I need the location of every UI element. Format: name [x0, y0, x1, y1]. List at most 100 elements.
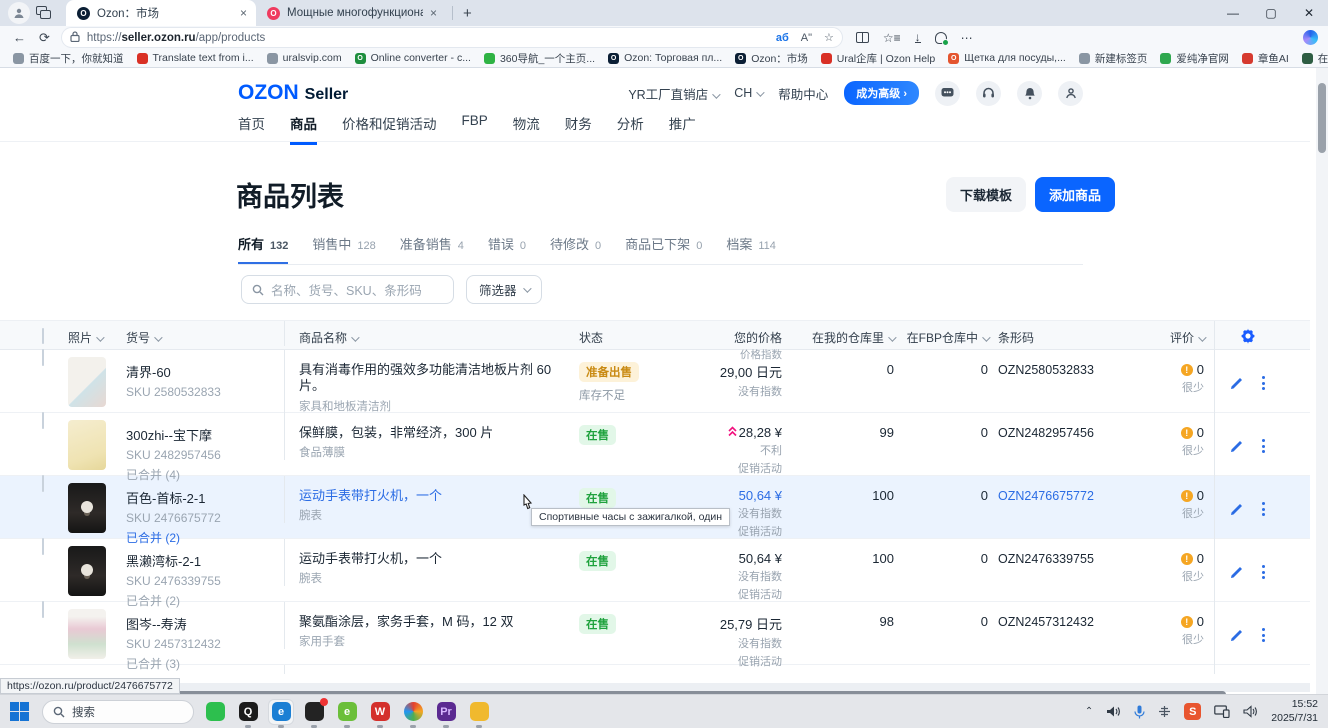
volume-icon[interactable]	[1106, 705, 1121, 718]
col-rating[interactable]: 评价	[1128, 321, 1214, 346]
cast-screen-icon[interactable]	[1214, 705, 1230, 718]
product-name-link[interactable]: 运动手表带打火机，一个	[299, 551, 579, 567]
downloads-icon[interactable]: ↓	[915, 32, 921, 43]
row-checkbox[interactable]	[42, 475, 44, 492]
row-checkbox[interactable]	[42, 349, 44, 366]
product-name-link[interactable]: 聚氨酯涂层，家务手套，M 码，12 双	[299, 614, 579, 630]
browser360-icon[interactable]	[401, 700, 425, 724]
refresh-button[interactable]: ⟳	[39, 30, 50, 46]
product-name-link[interactable]: 保鲜膜，包装，非常经济，300 片	[299, 425, 579, 441]
col-stock[interactable]: 在我的仓库里	[792, 321, 904, 346]
browser-tab-active[interactable]: O Ozon：市场 ×	[66, 0, 256, 26]
bookmark-item[interactable]: 新建标签页	[1079, 51, 1148, 66]
status-tab[interactable]: 准备销售4	[400, 234, 464, 264]
download-template-button[interactable]: 下载模板	[946, 177, 1026, 212]
chat-icon[interactable]	[935, 81, 960, 106]
lock-icon[interactable]	[70, 30, 80, 45]
read-aloud-icon[interactable]: A"	[801, 32, 812, 44]
row-more-menu-icon[interactable]	[1262, 439, 1265, 453]
speaker-icon[interactable]	[1243, 705, 1258, 718]
input-method-icon[interactable]	[1158, 705, 1171, 718]
row-checkbox[interactable]	[42, 412, 44, 429]
table-row[interactable]: 300zhi--宝下摩SKU 2482957456已合并 (4)保鲜膜，包装，非…	[0, 413, 1310, 476]
table-row[interactable]: 图岑--寿涛SKU 2457312432已合并 (3)聚氨酯涂层，家务手套，M …	[0, 602, 1310, 665]
premium-button[interactable]: 成为高级 ›	[844, 81, 919, 105]
taskbar-search[interactable]: 搜索	[42, 700, 194, 724]
help-center-link[interactable]: 帮助中心	[778, 84, 828, 103]
notifications-bell-icon[interactable]	[1017, 81, 1042, 106]
ozon-seller-logo[interactable]: OZONSeller	[238, 81, 348, 105]
edge-icon[interactable]: e	[269, 700, 293, 724]
product-search-input[interactable]: 名称、货号、SKU、条形码	[241, 275, 454, 304]
more-menu-icon[interactable]: ⋯	[961, 31, 973, 45]
select-all-checkbox[interactable]	[42, 328, 44, 344]
table-settings-gear-icon[interactable]	[1240, 328, 1256, 344]
table-row[interactable]: 黑濑湾标-2-1SKU 2476339755已合并 (2)运动手表带打火机，一个…	[0, 539, 1310, 602]
start-button[interactable]	[10, 702, 30, 722]
browser-profile-icon[interactable]	[8, 2, 30, 24]
browser-essentials-icon[interactable]	[935, 32, 947, 44]
barcode-link[interactable]: OZN2482957456	[998, 426, 1094, 440]
add-product-button[interactable]: 添加商品	[1035, 177, 1115, 212]
bookmark-item[interactable]: 360导航_一个主页...	[484, 51, 595, 66]
product-name-link[interactable]: 运动手表带打火机，一个	[299, 488, 579, 504]
premiere-icon[interactable]: Pr	[434, 700, 458, 724]
collections-icon[interactable]: ☆≡	[883, 31, 901, 45]
col-fbp[interactable]: 在FBP仓库中	[904, 321, 988, 346]
status-tab[interactable]: 商品已下架0	[625, 234, 702, 264]
row-more-menu-icon[interactable]	[1262, 565, 1265, 579]
product-thumbnail[interactable]	[68, 546, 106, 596]
filter-button[interactable]: 筛选器	[466, 275, 542, 304]
bookmark-item[interactable]: Ural企库 | Ozon Help	[821, 51, 935, 66]
edit-pencil-icon[interactable]	[1230, 502, 1244, 516]
window-close-button[interactable]: ✕	[1290, 0, 1328, 26]
bookmark-item[interactable]: 章鱼AI	[1242, 51, 1289, 66]
window-maximize-button[interactable]: ▢	[1252, 0, 1290, 26]
product-thumbnail[interactable]	[68, 483, 106, 533]
tab-close-icon[interactable]: ×	[430, 6, 437, 20]
product-thumbnail[interactable]	[68, 357, 106, 407]
tab-close-icon[interactable]: ×	[240, 6, 247, 20]
row-more-menu-icon[interactable]	[1262, 376, 1265, 390]
wechat-icon[interactable]	[203, 700, 227, 724]
new-tab-button[interactable]: +	[463, 5, 472, 22]
bookmark-item[interactable]: OЩетка для посуды,...	[948, 52, 1066, 64]
translate-icon[interactable]: аб	[776, 32, 789, 44]
product-thumbnail[interactable]	[68, 609, 106, 659]
favorite-star-icon[interactable]: ☆	[824, 31, 834, 44]
sogou-icon[interactable]: S	[1184, 703, 1201, 720]
row-checkbox[interactable]	[42, 601, 44, 618]
language-selector[interactable]: CH	[734, 86, 762, 100]
barcode-link[interactable]: OZN2476675772	[998, 489, 1094, 503]
tray-expand-icon[interactable]: ⌃	[1085, 706, 1093, 717]
address-bar[interactable]: https://seller.ozon.ru/app/products аб A…	[62, 28, 842, 47]
edit-pencil-icon[interactable]	[1230, 628, 1244, 642]
vertical-scrollbar-thumb[interactable]	[1318, 83, 1326, 153]
bookmark-item[interactable]: 在线转换器 - 免费...	[1302, 51, 1328, 66]
status-tab[interactable]: 档案114	[726, 234, 776, 264]
wps-icon[interactable]: W	[368, 700, 392, 724]
horizontal-scrollbar[interactable]	[0, 683, 1310, 692]
barcode-link[interactable]: OZN2580532833	[998, 363, 1094, 377]
col-photo[interactable]: 照片	[68, 321, 126, 346]
account-icon[interactable]	[1058, 81, 1083, 106]
window-minimize-button[interactable]: —	[1214, 0, 1252, 26]
ie-icon[interactable]: e	[335, 700, 359, 724]
bookmark-item[interactable]: OOnline converter - c...	[355, 52, 471, 64]
edit-pencil-icon[interactable]	[1230, 376, 1244, 390]
support-headset-icon[interactable]	[976, 81, 1001, 106]
product-name-link[interactable]: 具有消毒作用的强效多功能清洁地板片剂 60 片。	[299, 362, 579, 395]
table-row[interactable]: 清界-60SKU 2580532833具有消毒作用的强效多功能清洁地板片剂 60…	[0, 350, 1310, 413]
qq-icon[interactable]: Q	[236, 700, 260, 724]
back-button[interactable]: ←	[13, 30, 26, 45]
product-thumbnail[interactable]	[68, 420, 106, 470]
status-tab[interactable]: 销售中128	[312, 234, 375, 264]
barcode-link[interactable]: OZN2457312432	[998, 615, 1094, 629]
bookmark-item[interactable]: OOzon：市场	[735, 51, 808, 66]
copilot-icon[interactable]	[1303, 30, 1318, 45]
tab-group-icon[interactable]	[36, 6, 52, 20]
browser-tab-inactive[interactable]: O Мощные многофункциональнь ×	[256, 0, 446, 26]
row-more-menu-icon[interactable]	[1262, 502, 1265, 516]
status-tab[interactable]: 待修改0	[550, 234, 601, 264]
col-art[interactable]: 货号	[126, 321, 284, 346]
